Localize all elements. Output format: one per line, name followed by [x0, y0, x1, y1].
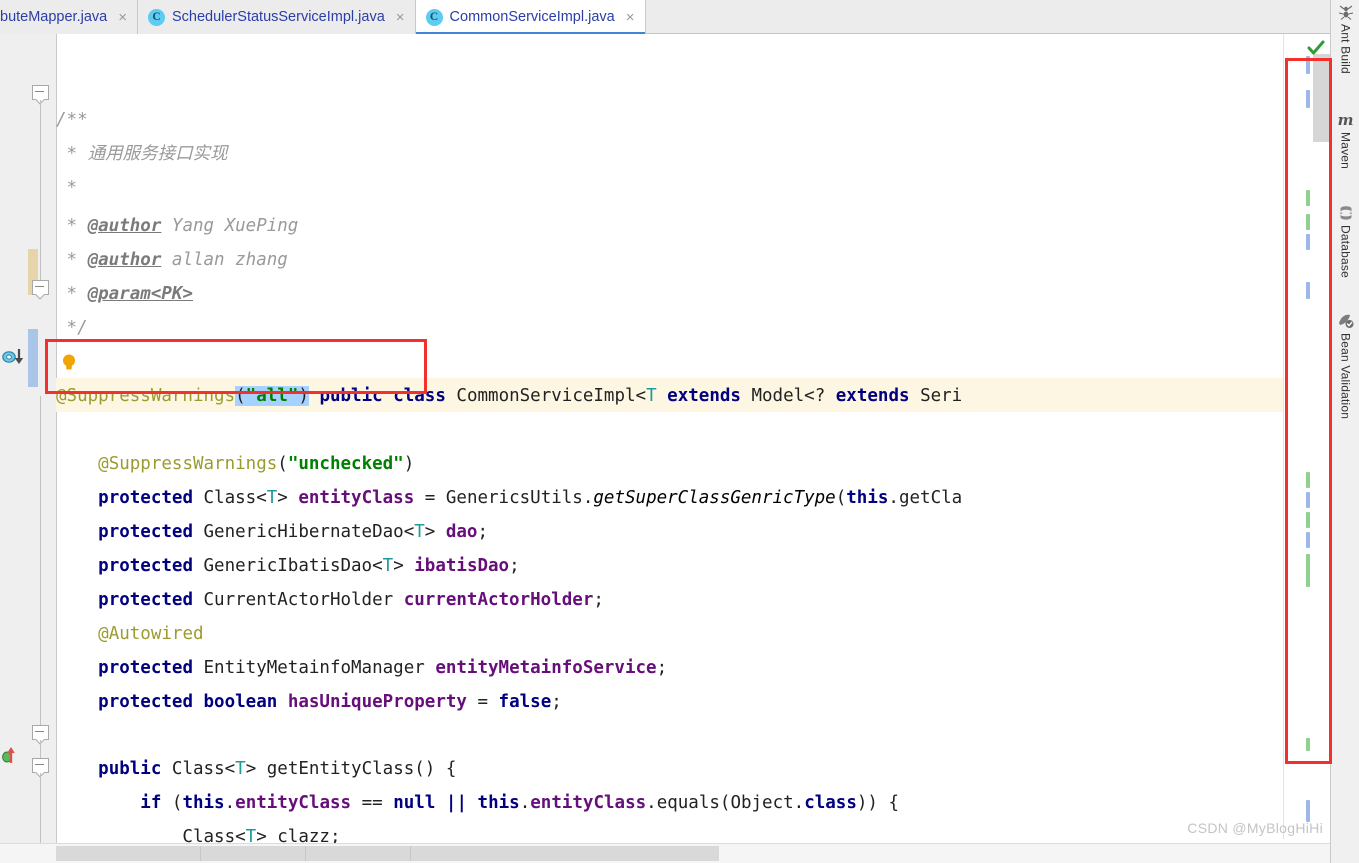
stripe-mark[interactable]	[1306, 492, 1310, 508]
stripe-mark[interactable]	[1306, 56, 1310, 74]
tool-button-label: Database	[1338, 225, 1353, 278]
stripe-mark[interactable]	[1306, 282, 1310, 299]
ant-icon	[1338, 4, 1354, 20]
database-icon	[1338, 205, 1354, 221]
code-line: * 通用服务接口实现	[56, 144, 228, 164]
maven-icon: m	[1337, 111, 1354, 129]
code-line: /**	[56, 110, 88, 130]
java-class-icon: C	[425, 8, 443, 26]
green-check-icon[interactable]	[1307, 40, 1325, 56]
suppresswarnings-annotation: @SuppressWarnings	[56, 386, 236, 406]
fold-region-line	[40, 740, 41, 759]
stripe-mark[interactable]	[1306, 554, 1310, 587]
stripe-mark[interactable]	[1306, 234, 1310, 250]
stripe-mark[interactable]	[1306, 190, 1310, 206]
editor-gutter[interactable]	[0, 34, 28, 863]
java-class-icon: C	[147, 8, 165, 26]
fold-marker-open[interactable]	[32, 725, 49, 740]
stripe-mark[interactable]	[1306, 90, 1310, 108]
tab-label: CommonServiceImpl.java	[449, 9, 615, 25]
fold-region-line	[40, 100, 41, 287]
stripe-mark[interactable]	[1306, 800, 1310, 822]
tab-label: buteMapper.java	[0, 9, 108, 25]
autowired-annotation: @Autowired	[98, 624, 204, 644]
tool-button-database[interactable]: Database	[1331, 205, 1359, 278]
tool-button-label: Ant Build	[1338, 24, 1353, 74]
editor-window: buteMapper.java × C SchedulerStatusServi…	[0, 0, 1359, 863]
overriding-method-icon[interactable]	[2, 744, 26, 766]
bean-validation-icon	[1338, 313, 1354, 329]
right-tool-window-bar: Ant Build m Maven Database Bean Validati…	[1330, 0, 1359, 863]
close-icon[interactable]: ×	[396, 10, 405, 25]
code-editor[interactable]: /** * 通用服务接口实现 * * @author Yang XuePing …	[0, 34, 1330, 863]
tab-butemapper[interactable]: buteMapper.java ×	[0, 0, 138, 34]
javadoc-author-tag: @author	[87, 250, 162, 270]
tool-button-label: Bean Validation	[1338, 333, 1353, 420]
error-stripe-scrollbar[interactable]	[1283, 34, 1330, 839]
modified-lines-marker	[28, 329, 38, 387]
javadoc-author-tag: @author	[87, 216, 162, 236]
stripe-mark[interactable]	[1306, 472, 1310, 488]
close-icon[interactable]: ×	[118, 10, 127, 25]
stripe-mark[interactable]	[1306, 512, 1310, 528]
fold-region-line	[40, 396, 41, 727]
tab-schedulerstatusserviceimpl[interactable]: C SchedulerStatusServiceImpl.java ×	[137, 0, 416, 34]
horizontal-scrollbar-thumb[interactable]	[56, 846, 719, 861]
fold-marker-close[interactable]	[32, 280, 49, 295]
editor-tab-bar: buteMapper.java × C SchedulerStatusServi…	[0, 0, 1330, 34]
tab-label: SchedulerStatusServiceImpl.java	[171, 9, 385, 25]
code-text[interactable]: /** * 通用服务接口实现 * * @author Yang XuePing …	[56, 34, 1330, 863]
code-line: *	[56, 178, 78, 198]
stripe-mark[interactable]	[1306, 532, 1310, 548]
fold-marker-open[interactable]	[32, 85, 49, 100]
javadoc-param-tag: @param<PK>	[87, 284, 193, 304]
tab-bar-filler	[645, 0, 1330, 33]
implemented-method-icon[interactable]	[2, 346, 26, 368]
watermark-text: CSDN @MyBlogHiHi	[1187, 820, 1323, 836]
tool-button-bean-validation[interactable]: Bean Validation	[1331, 313, 1359, 419]
close-icon[interactable]: ×	[626, 10, 635, 25]
horizontal-scrollbar-track[interactable]	[0, 843, 1330, 863]
code-line: */	[56, 318, 88, 338]
fold-marker-open[interactable]	[32, 758, 49, 773]
tab-commonserviceimpl[interactable]: C CommonServiceImpl.java ×	[415, 0, 646, 34]
stripe-mark[interactable]	[1306, 214, 1310, 230]
tool-button-ant-build[interactable]: Ant Build	[1331, 4, 1359, 74]
tool-button-label: Maven	[1338, 132, 1353, 170]
vertical-scrollbar-thumb[interactable]	[1313, 54, 1330, 142]
stripe-mark[interactable]	[1306, 738, 1310, 751]
tool-button-maven[interactable]: m Maven	[1331, 112, 1359, 169]
